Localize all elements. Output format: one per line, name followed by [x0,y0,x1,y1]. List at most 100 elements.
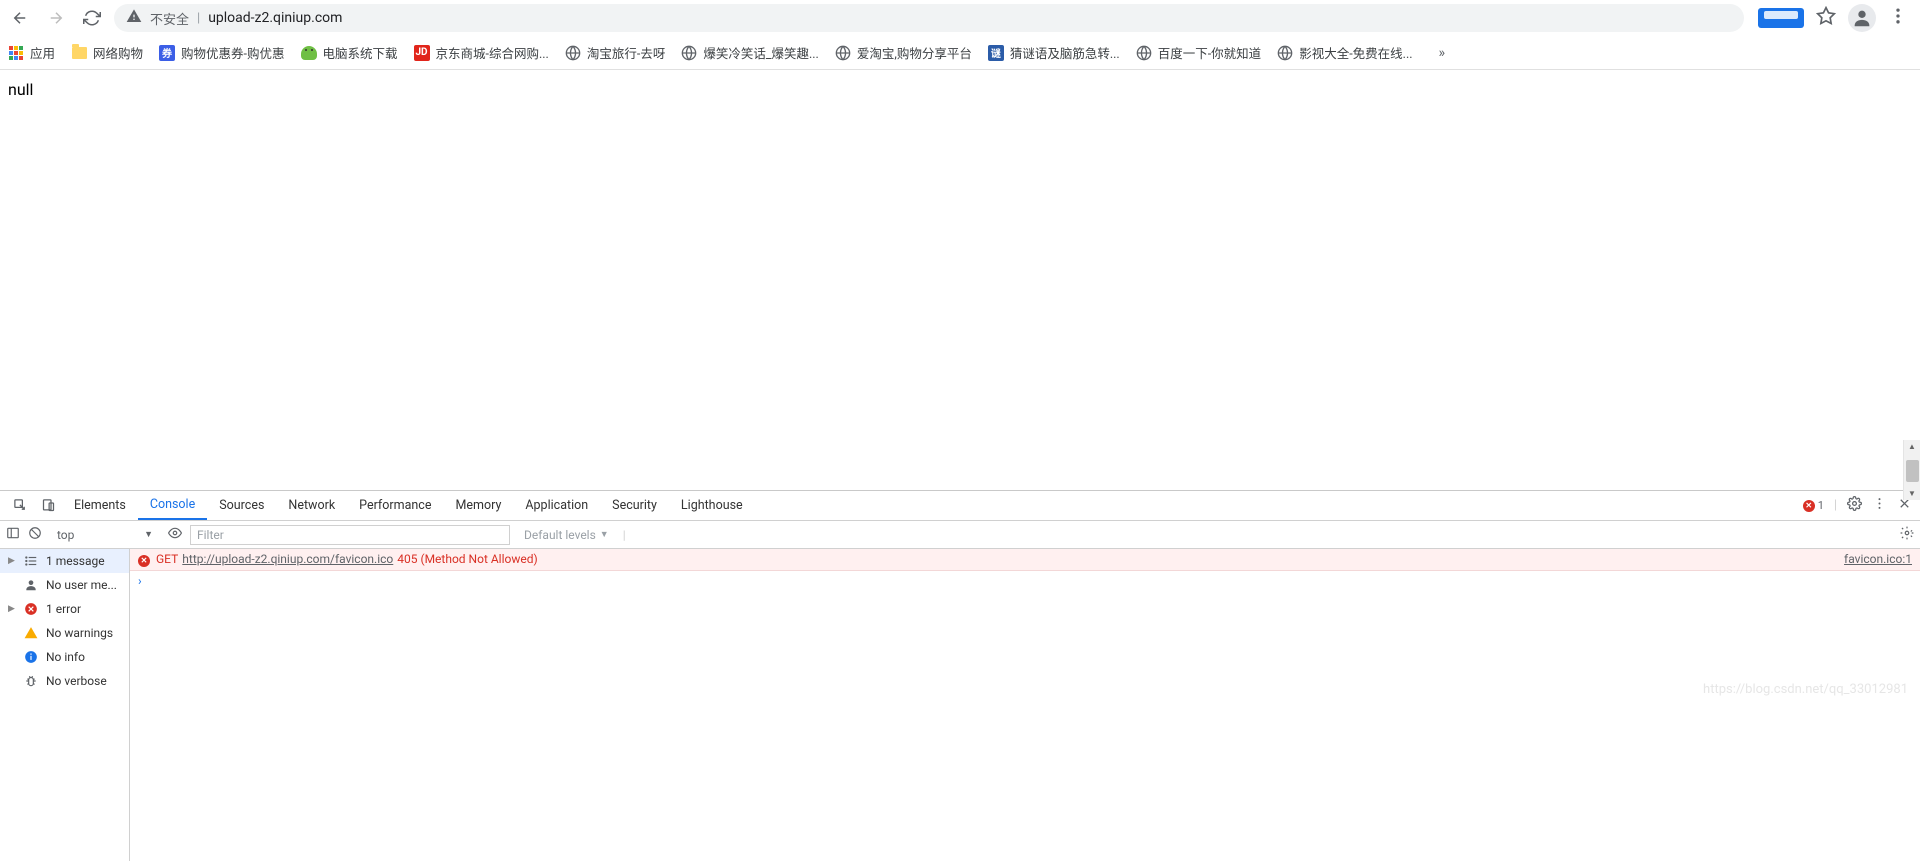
filter-placeholder: Filter [197,528,224,542]
clear-console-button[interactable] [28,526,42,543]
bookmark-star-button[interactable] [1816,6,1836,30]
sidebar-row-errors[interactable]: ▶ 1 error [0,597,129,621]
log-levels-selector[interactable]: Default levels [518,528,615,542]
console-sidebar: ▶1 message No user me... ▶ 1 error No war… [0,549,130,861]
user-label: No user me... [46,578,117,592]
page-content: null [0,70,1920,490]
devtools-settings-button[interactable] [1847,496,1862,515]
ladybug-icon [301,45,317,61]
inspect-element-button[interactable] [6,498,34,513]
scrollbar-thumb[interactable] [1906,460,1919,482]
device-toggle-button[interactable] [34,498,62,513]
url-text: upload-z2.qiniup.com [208,10,342,26]
devtools-tab-application[interactable]: Application [513,491,600,520]
errors-label: 1 error [46,602,81,616]
devtools-tab-elements[interactable]: Elements [62,491,138,520]
devtools-tabbar: ElementsConsoleSourcesNetworkPerformance… [0,491,1920,521]
sidebar-row-verbose[interactable]: No verbose [0,669,129,693]
sidebar-row-info[interactable]: No info [0,645,129,669]
bookmark-label: 爆笑冷笑话_爆笑趣... [703,43,819,62]
devtools-tab-lighthouse[interactable]: Lighthouse [669,491,755,520]
context-selector[interactable]: top [50,525,160,545]
bookmark-item[interactable]: 网络购物 [71,43,143,62]
chevron-right-icon: ▶ [8,604,16,614]
clear-icon [28,526,42,540]
bookmark-label: 淘宝旅行-去呀 [587,43,665,62]
profile-avatar[interactable] [1848,4,1876,32]
bookmark-item[interactable]: 淘宝旅行-去呀 [565,43,665,62]
dots-vertical-icon [1888,6,1908,26]
user-icon [24,578,38,592]
devtools-tab-security[interactable]: Security [600,491,669,520]
browser-menu-button[interactable] [1888,6,1908,30]
bookmark-item[interactable]: 影视大全-免费在线... [1277,43,1412,62]
site-icon: JD [414,45,430,61]
eye-icon [168,526,182,540]
gear-icon [1847,496,1862,511]
error-x-icon: ✕ [138,555,150,567]
devtools-tab-sources[interactable]: Sources [207,491,276,520]
bug-icon [24,674,38,688]
bookmark-item[interactable]: 爱淘宝,购物分享平台 [835,43,972,62]
address-bar[interactable]: 不安全 | upload-z2.qiniup.com [114,4,1744,32]
separator: | [623,528,626,542]
reload-button[interactable] [78,4,106,32]
extension-badge[interactable] [1758,8,1804,28]
insecure-icon [126,8,142,28]
globe-icon [681,45,697,61]
site-icon: 券 [159,45,175,61]
inspect-icon [13,498,28,513]
page-scrollbar[interactable]: ▲ ▼ [1903,440,1920,500]
sidebar-icon [6,526,20,540]
console-output: ✕ GET http://upload-z2.qiniup.com/favico… [130,549,1920,861]
live-expression-button[interactable] [168,526,182,543]
devtools-tab-network[interactable]: Network [276,491,347,520]
bookmarks-bar: 应用 网络购物券购物优惠券-购优惠电脑系统下载 JD 京东商城-综合网购... 淘宝旅… [0,36,1920,70]
device-icon [41,498,56,513]
forward-button[interactable] [42,4,70,32]
globe-icon [565,45,581,61]
messages-label: 1 message [46,554,105,568]
log-url[interactable]: http://upload-z2.qiniup.com/favicon.ico [182,552,393,566]
console-sidebar-toggle[interactable] [6,526,20,543]
bookmark-item[interactable]: 谜猜谜语及脑筋急转... [988,43,1120,62]
bookmark-label: 猜谜语及脑筋急转... [1010,43,1120,62]
sidebar-row-warnings[interactable]: No warnings [0,621,129,645]
console-prompt[interactable]: › [130,571,1920,591]
error-circle-icon: ✕ [1803,500,1815,512]
devtools-tab-console[interactable]: Console [138,491,207,520]
gear-icon [1900,526,1914,540]
folder-icon [71,45,87,61]
error-count-badge[interactable]: ✕1 [1803,499,1824,512]
devtools-tab-memory[interactable]: Memory [443,491,513,520]
page-body-text: null [8,80,33,99]
warnings-label: No warnings [46,626,113,640]
globe-icon [1136,45,1152,61]
bookmark-item[interactable]: 百度一下-你就知道 [1136,43,1261,62]
sidebar-row-messages[interactable]: ▶1 message [0,549,129,573]
sidebar-row-user[interactable]: No user me... [0,573,129,597]
console-error-entry[interactable]: ✕ GET http://upload-z2.qiniup.com/favico… [130,549,1920,571]
bookmarks-overflow[interactable]: » [1429,45,1456,61]
list-icon [24,554,38,568]
bookmark-item[interactable]: JD 京东商城-综合网购... [414,43,549,62]
toolbar-right [1752,4,1914,32]
bookmark-item[interactable]: 爆笑冷笑话_爆笑趣... [681,43,819,62]
log-source[interactable]: favicon.ico:1 [1844,552,1912,566]
console-toolbar: top Filter Default levels | [0,521,1920,549]
devtools-menu-button[interactable] [1872,496,1887,515]
filter-input[interactable]: Filter [190,525,510,545]
devtools-tab-performance[interactable]: Performance [347,491,443,520]
bookmark-item[interactable]: 券购物优惠券-购优惠 [159,43,284,62]
bookmark-item[interactable]: 电脑系统下载 [301,43,398,62]
dots-vertical-icon [1872,496,1887,511]
bookmark-label: 京东商城-综合网购... [436,43,549,62]
apps-button[interactable]: 应用 [8,43,55,62]
verbose-label: No verbose [46,674,107,688]
arrow-right-icon [47,9,65,27]
console-settings-button[interactable] [1900,526,1914,543]
back-button[interactable] [6,4,34,32]
info-icon [24,650,38,664]
browser-toolbar: 不安全 | upload-z2.qiniup.com [0,0,1920,36]
levels-label: Default levels [524,528,596,542]
